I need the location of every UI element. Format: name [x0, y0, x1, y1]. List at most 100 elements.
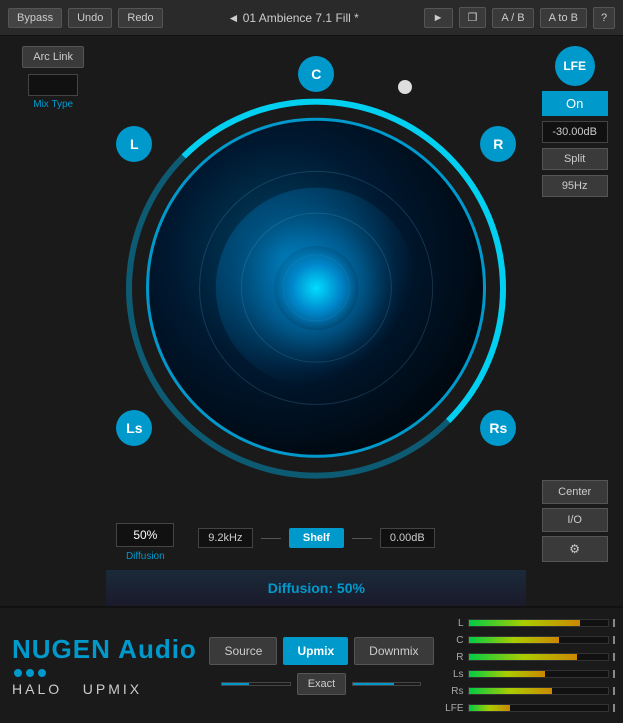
diffusion-knob-label: Diffusion — [126, 551, 165, 562]
diffusion-status-label: Diffusion: 50% — [268, 580, 365, 596]
meter-row: LFE — [442, 701, 616, 715]
shelf-freq-value: 9.2kHz — [198, 528, 253, 548]
ring-3 — [283, 254, 350, 321]
meter-row: Ls — [442, 667, 616, 681]
left-panel: Arc Link 5.1 Mix Type — [0, 36, 106, 606]
exact-slider-track-2[interactable] — [352, 682, 421, 686]
meter-row: C — [442, 633, 616, 647]
right-panel: LFE On -30.00dB Split 95Hz Center I/O ⚙ — [526, 36, 623, 606]
meter-bar-fill — [469, 705, 511, 711]
ab-button[interactable]: A / B — [492, 8, 533, 28]
meter-bar-container — [468, 619, 610, 627]
gear-button[interactable]: ⚙ — [542, 536, 608, 562]
meter-row: R — [442, 650, 616, 664]
meter-panel: LCR Ls Rs LFE — [434, 608, 623, 723]
speaker-l[interactable]: L — [116, 126, 152, 162]
bottom-left: NUGEN Audio HALO UPMIX — [0, 608, 209, 723]
speaker-r[interactable]: R — [480, 126, 516, 162]
meter-label: LFE — [442, 703, 464, 714]
mix-type-box: 5.1 Mix Type — [28, 74, 78, 110]
meter-tick — [613, 653, 615, 661]
lfe-split-button[interactable]: Split — [542, 148, 608, 170]
meter-tick — [613, 704, 615, 712]
line-connector-left — [261, 538, 281, 539]
dot-1 — [14, 669, 22, 677]
speaker-rs[interactable]: Rs — [480, 410, 516, 446]
exact-row: Exact — [221, 673, 421, 695]
undo-button[interactable]: Undo — [68, 8, 112, 28]
meter-bar-container — [468, 653, 610, 661]
copy-button[interactable]: ❐ — [459, 7, 487, 28]
diffusion-knob-area: 50% Diffusion — [116, 523, 174, 562]
logo-audio: Audio — [118, 634, 197, 664]
center-area: C L R Ls Rs 9.2kHz Shelf — [106, 36, 526, 606]
exact-slider-fill-2 — [353, 683, 393, 685]
meter-row: L — [442, 616, 616, 630]
diffusion-label-bar: Diffusion: 50% — [106, 570, 526, 606]
logo-dots — [14, 669, 209, 677]
meter-bar-container — [468, 704, 610, 712]
meter-tick — [613, 619, 615, 627]
bottom-middle: Source Upmix Downmix Exact — [209, 608, 433, 723]
meter-tick — [613, 687, 615, 695]
lfe-on-button[interactable]: On — [542, 91, 608, 116]
meter-label: Rs — [442, 686, 464, 697]
meter-tick — [613, 636, 615, 644]
downmix-button[interactable]: Downmix — [354, 637, 433, 665]
exact-slider-fill — [222, 683, 249, 685]
track-name: ◄ 01 Ambience 7.1 Fill * — [169, 11, 418, 25]
surround-visualizer: C L R Ls Rs — [106, 46, 526, 516]
meter-bar-fill — [469, 637, 560, 643]
dot-2 — [26, 669, 34, 677]
lfe-db-value: -30.00dB — [542, 121, 608, 143]
shelf-db-value: 0.00dB — [380, 528, 435, 548]
diffusion-knob-value[interactable]: 50% — [116, 523, 174, 547]
shelf-button[interactable]: Shelf — [289, 528, 344, 548]
meter-label: C — [442, 635, 464, 646]
arc-link-button[interactable]: Arc Link — [22, 46, 84, 68]
center-button[interactable]: Center — [542, 480, 608, 504]
product-line1: HALO — [12, 681, 62, 697]
meter-bar-container — [468, 670, 610, 678]
source-button[interactable]: Source — [209, 637, 277, 665]
logo-nugen: NUGEN — [12, 634, 111, 664]
line-connector-right — [352, 538, 372, 539]
play-button[interactable]: ► — [424, 8, 453, 28]
meter-bar-fill — [469, 688, 553, 694]
lfe-speaker-label[interactable]: LFE — [555, 46, 595, 86]
meter-bar-container — [468, 687, 610, 695]
ring-2 — [241, 213, 391, 363]
side-buttons: Center I/O ⚙ — [542, 480, 608, 562]
main-area: Arc Link 5.1 Mix Type C L R Ls Rs — [0, 36, 623, 606]
bottom-buttons: Source Upmix Downmix — [209, 637, 433, 665]
top-bar: Bypass Undo Redo ◄ 01 Ambience 7.1 Fill … — [0, 0, 623, 36]
meter-bar-fill — [469, 620, 581, 626]
upmix-button[interactable]: Upmix — [283, 637, 348, 665]
shelf-bar: 9.2kHz Shelf 0.00dB — [198, 520, 435, 556]
bottom-section: NUGEN Audio HALO UPMIX Source Upmix Down… — [0, 606, 623, 723]
help-button[interactable]: ? — [593, 7, 615, 29]
io-button[interactable]: I/O — [542, 508, 608, 532]
speaker-ls[interactable]: Ls — [116, 410, 152, 446]
speaker-c[interactable]: C — [298, 56, 334, 92]
meter-tick — [613, 670, 615, 678]
meter-row: Rs — [442, 684, 616, 698]
mix-type-label: Mix Type — [33, 99, 73, 110]
logo-text: NUGEN Audio — [12, 634, 209, 665]
redo-button[interactable]: Redo — [118, 8, 162, 28]
meter-label: Ls — [442, 669, 464, 680]
ring-1 — [199, 171, 433, 405]
meter-label: R — [442, 652, 464, 663]
mix-type-input[interactable]: 5.1 — [28, 74, 78, 96]
arc-handle[interactable] — [398, 80, 412, 94]
exact-button[interactable]: Exact — [297, 673, 347, 695]
atob-button[interactable]: A to B — [540, 8, 587, 28]
meter-bar-container — [468, 636, 610, 644]
dot-3 — [38, 669, 46, 677]
bypass-button[interactable]: Bypass — [8, 8, 62, 28]
logo-area: NUGEN Audio HALO UPMIX — [12, 634, 209, 697]
exact-slider-track[interactable] — [221, 682, 290, 686]
lfe-hz-button[interactable]: 95Hz — [542, 175, 608, 197]
meter-bar-fill — [469, 671, 546, 677]
meter-bar-fill — [469, 654, 578, 660]
